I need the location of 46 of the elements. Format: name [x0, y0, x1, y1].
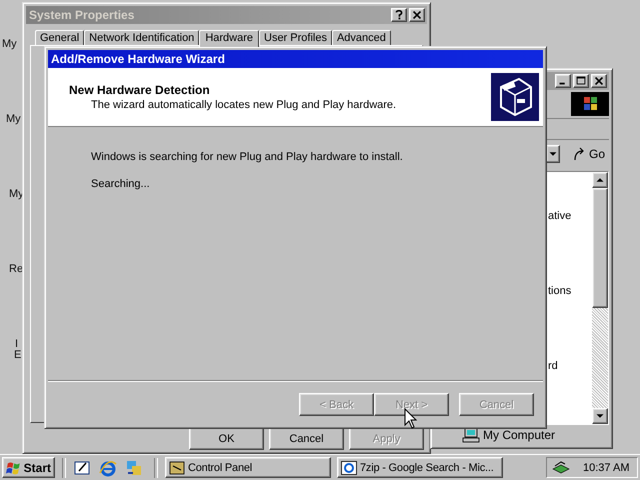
list-item-label[interactable]: rd	[548, 360, 592, 372]
list-item-label[interactable]: ative	[548, 210, 592, 222]
window-title: Add/Remove Hardware Wizard	[51, 52, 225, 66]
network-icon[interactable]	[551, 460, 571, 476]
windows-logo-icon	[571, 92, 609, 116]
hardware-icon	[491, 73, 539, 121]
control-panel-icon	[169, 460, 185, 474]
page-heading: New Hardware Detection	[69, 83, 211, 97]
clock: 10:37 AM	[583, 462, 630, 474]
progress-status-text: Searching...	[91, 178, 151, 190]
desktop-icon-label[interactable]: My	[2, 38, 17, 50]
desktop-icon-label[interactable]: My	[6, 113, 21, 125]
status-text: My Computer	[483, 428, 556, 442]
mouse-cursor-icon	[404, 408, 418, 430]
window-title: System Properties	[29, 8, 134, 22]
close-icon[interactable]	[409, 8, 425, 22]
scroll-up-icon[interactable]	[592, 172, 608, 188]
tab[interactable]: General	[35, 30, 84, 45]
tab[interactable]: Network Identification	[84, 30, 200, 45]
desktop-icon-label[interactable]: I	[15, 338, 18, 350]
channels-icon[interactable]	[125, 458, 143, 476]
desktop-icon[interactable]	[73, 458, 91, 476]
taskbar-button[interactable]: 7zip - Google Search - Mic...	[337, 457, 503, 478]
help-icon[interactable]	[391, 8, 407, 22]
start-button[interactable]: Start	[2, 457, 55, 478]
list-item-label[interactable]: tions	[548, 285, 592, 297]
scrollbar[interactable]	[592, 172, 608, 424]
go-button[interactable]: Go	[568, 147, 609, 161]
tab[interactable]: User Profiles	[259, 30, 332, 45]
tab[interactable]: Hardware	[199, 30, 259, 47]
desktop-icon-label[interactable]: E	[14, 349, 22, 361]
browser-icon[interactable]	[99, 458, 117, 476]
scroll-down-icon[interactable]	[592, 408, 608, 424]
scroll-thumb[interactable]	[592, 188, 608, 308]
close-icon[interactable]	[591, 74, 607, 88]
dialog-button[interactable]: OK	[189, 427, 264, 450]
desktop-icon-label[interactable]: Re	[9, 263, 24, 275]
tab[interactable]: Advanced	[332, 30, 391, 45]
browser-page-icon	[341, 460, 357, 474]
message-text: Windows is searching for new Plug and Play hardware to install.	[91, 151, 404, 163]
dialog-button[interactable]: Cancel	[269, 427, 344, 450]
taskbar-button[interactable]: Control Panel	[165, 457, 331, 478]
minimize-icon[interactable]	[555, 74, 571, 88]
maximize-icon[interactable]	[573, 74, 589, 88]
page-subtitle: The wizard automatically locates new Plug and Play hardware.	[90, 99, 396, 111]
windows-flag-icon	[6, 460, 21, 474]
